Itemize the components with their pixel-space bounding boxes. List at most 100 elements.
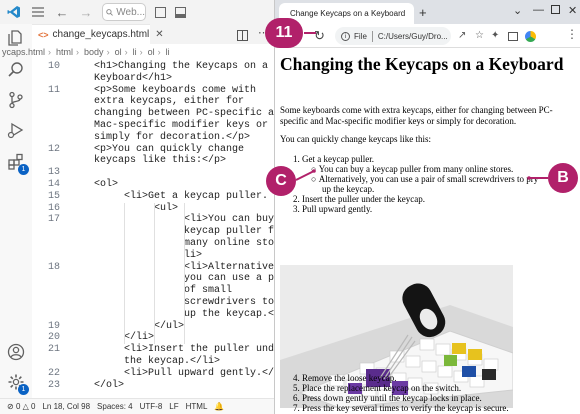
browser-tab-strip: Change Keycaps on a Keyboard ✕ + ⌄ — ✕ [275, 0, 580, 24]
indent-guide [124, 202, 125, 345]
reload-icon[interactable]: ↻ [314, 28, 325, 44]
code-line: <li>Alternatively, [184, 261, 282, 273]
code-line: <ul> [154, 202, 179, 214]
manage-badge: 1 [18, 384, 29, 395]
code-line: <ol> [94, 179, 119, 190]
code-line: of small [184, 285, 233, 297]
page-heading: Changing the Keycaps on a Keyboard [280, 54, 564, 74]
tab-change-keycaps[interactable]: <> change_keycaps.html ✕ [32, 24, 164, 44]
code-line: Keyboard</h1> [94, 72, 173, 84]
code-line: li> [184, 249, 203, 261]
search-icon [106, 8, 113, 16]
line-number: 18 [47, 261, 60, 273]
extensions-icon[interactable]: 1 [6, 152, 29, 175]
browser-tab[interactable]: Change Keycaps on a Keyboard ✕ [279, 3, 414, 24]
instructions-paragraph: You can quickly change keycaps like this… [280, 134, 432, 144]
intro-paragraph: Some keyboards come with extra keycaps, … [280, 105, 553, 126]
minimize-icon[interactable]: — [533, 4, 544, 16]
browser-menu-icon[interactable]: ⋮ [566, 27, 578, 41]
step-11-callout: 11 [265, 18, 303, 48]
toggle-panel-icon[interactable] [175, 6, 186, 18]
breadcrumb-file[interactable]: ycaps.html [2, 47, 45, 57]
breadcrumb-li[interactable]: li [133, 47, 137, 57]
code-line: <p>You can quickly change [94, 143, 245, 155]
vscode-logo-icon [4, 2, 24, 22]
breadcrumb-ol[interactable]: ol [115, 47, 122, 57]
code-line: keycap puller from [184, 226, 282, 238]
indent-guide [154, 202, 155, 345]
menu-icon[interactable] [28, 2, 48, 22]
chevron-down-icon[interactable]: ⌄ [513, 4, 522, 17]
maximize-icon[interactable] [551, 5, 560, 14]
code-line: </li> [124, 332, 155, 344]
code-line: <li>You can buy a [184, 214, 282, 226]
problems-status[interactable]: ⊘ 0 △ 0 [7, 402, 35, 411]
address-scheme: File [354, 31, 367, 41]
notifications-bell-icon[interactable]: 🔔 [214, 402, 224, 411]
eol-status[interactable]: LF [169, 402, 178, 411]
code-editor[interactable]: 10 <h1>Changing the Keycaps on a Keyboard<… [32, 59, 282, 398]
code-line: <li>Insert the puller under [124, 344, 282, 356]
close-tab-icon[interactable]: ✕ [413, 9, 414, 18]
code-line: </ol> [94, 379, 125, 391]
screen: { "vscode": { "command_center": "Web..."… [0, 0, 580, 414]
new-tab-icon[interactable]: + [419, 5, 427, 20]
code-line: <li>Pull upward gently.</li> [124, 367, 282, 379]
code-line: screwdrivers to pry [184, 297, 282, 308]
back-arrow-icon[interactable]: ← [52, 2, 72, 22]
cursor-position[interactable]: Ln 18, Col 98 [42, 402, 90, 411]
activity-bar: 1 1 [0, 24, 32, 398]
address-path: C:/Users/Guy/Dro... [377, 31, 448, 41]
line-number: 16 [47, 202, 60, 214]
browser-tab-title: Change Keycaps on a Keyboard [290, 9, 406, 18]
address-bar[interactable]: i File C:/Users/Guy/Dro... [335, 27, 451, 45]
language-mode[interactable]: HTML [186, 402, 208, 411]
manage-gear-icon[interactable]: 1 [6, 372, 29, 395]
run-debug-icon[interactable] [6, 120, 26, 140]
line-number: 14 [47, 179, 60, 190]
extensions-badge: 1 [18, 164, 29, 175]
indent-guide [184, 202, 185, 345]
toggle-sidebar-icon[interactable] [155, 6, 166, 18]
code-line: changing between PC-specific and [94, 108, 282, 120]
code-line: extra keycaps, either for [94, 96, 245, 108]
code-line: <li>Get a keycap puller. [124, 190, 269, 202]
line-number: 15 [47, 190, 60, 202]
close-tab-icon[interactable]: ✕ [155, 29, 163, 40]
bullet-icon: ○ [311, 164, 319, 174]
close-window-icon[interactable]: ✕ [568, 4, 577, 17]
list-item-7: 7. Press the key several times to verify… [293, 403, 509, 413]
profile-avatar[interactable] [525, 31, 536, 42]
account-icon[interactable] [6, 342, 26, 362]
indentation-status[interactable]: Spaces: 4 [97, 402, 133, 411]
breadcrumb-li-2[interactable]: li [166, 47, 170, 57]
line-number: 22 [47, 367, 60, 379]
share-icon[interactable]: ↗ [458, 30, 466, 41]
extensions-puzzle-icon[interactable]: ✦ [491, 30, 499, 41]
code-line: you can use a pair [184, 273, 282, 285]
status-bar: ⊘ 0 △ 0 Ln 18, Col 98 Spaces: 4 UTF-8 LF… [0, 398, 282, 414]
encoding-status[interactable]: UTF-8 [140, 402, 163, 411]
code-line: Mac-specific modifier keys or [94, 120, 269, 131]
line-number: 17 [47, 214, 60, 226]
info-icon[interactable]: i [341, 31, 350, 41]
browser-window: Change Keycaps on a Keyboard ✕ + ⌄ — ✕ ↻… [274, 0, 580, 414]
breadcrumb-body[interactable]: body [84, 47, 104, 57]
code-line: keycaps like this:</p> [94, 155, 227, 167]
command-center-search[interactable]: Web... [102, 3, 146, 21]
forward-arrow-icon[interactable]: → [76, 2, 96, 22]
bookmark-star-icon[interactable]: ☆ [475, 30, 484, 41]
line-number: 13 [47, 167, 60, 179]
breadcrumb-html[interactable]: html [56, 47, 73, 57]
vscode-titlebar: ← → Web... [0, 0, 282, 24]
code-line: </ul> [154, 320, 185, 332]
bullet-icon: ○ [311, 174, 319, 184]
callout-b: B [548, 163, 578, 193]
search-icon[interactable] [6, 60, 26, 80]
line-number: 12 [47, 143, 60, 155]
breadcrumb-ul[interactable]: ol [148, 47, 155, 57]
side-panel-icon[interactable] [508, 32, 518, 41]
source-control-icon[interactable] [6, 90, 26, 110]
command-center-label: Web... [116, 6, 145, 18]
tab-label: change_keycaps.html [52, 29, 150, 40]
